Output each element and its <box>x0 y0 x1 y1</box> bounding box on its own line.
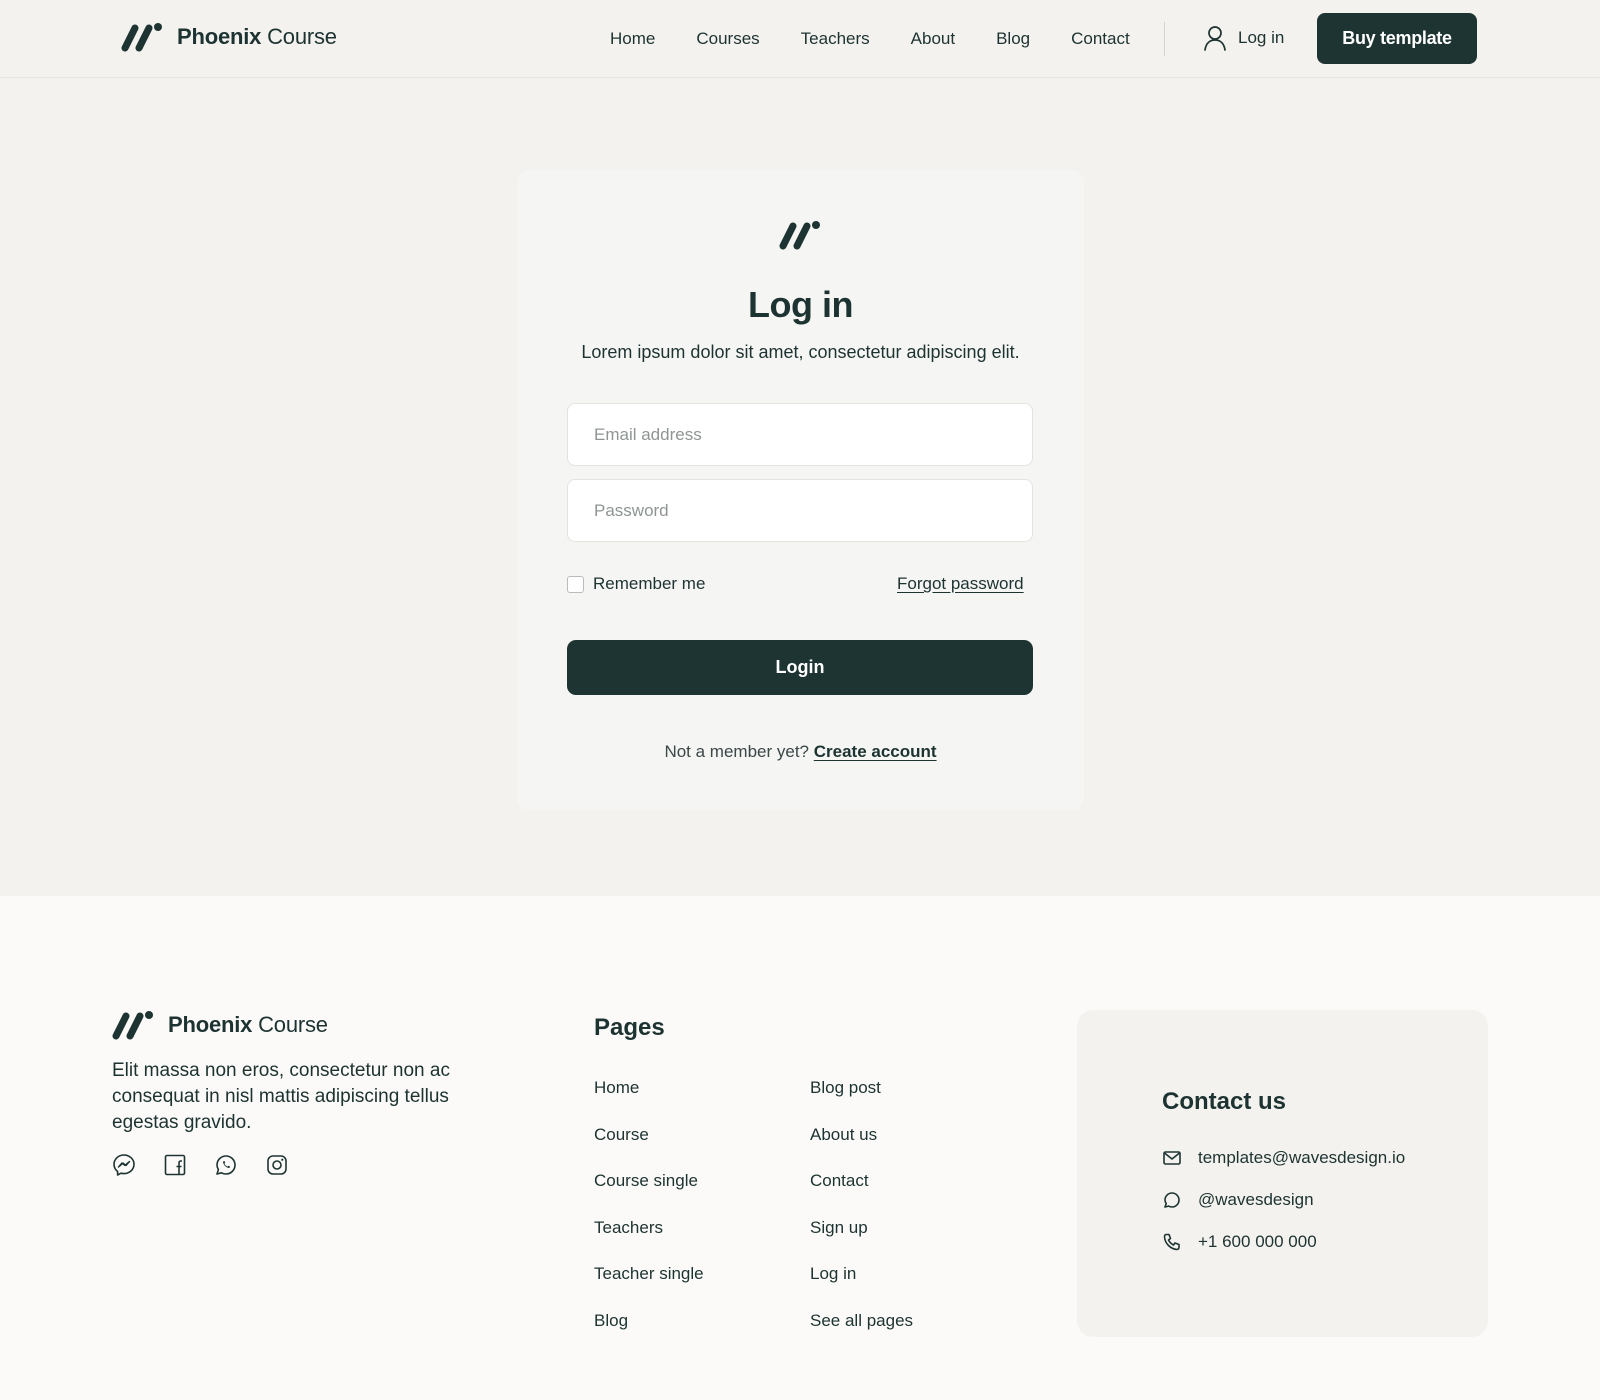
footer-link-course[interactable]: Course <box>594 1125 704 1172</box>
logo-mark-icon <box>121 23 162 52</box>
nav-item-home[interactable]: Home <box>610 27 655 51</box>
contact-email-text: templates@wavesdesign.io <box>1198 1148 1406 1167</box>
footer-link-contact[interactable]: Contact <box>810 1171 913 1218</box>
nav-item-contact[interactable]: Contact <box>1071 27 1130 51</box>
mail-icon <box>1163 1151 1181 1165</box>
pages-title: Pages <box>594 1014 665 1041</box>
header-login-label: Log in <box>1238 28 1285 47</box>
facebook-icon[interactable] <box>163 1153 187 1177</box>
contact-social-text: @wavesdesign <box>1198 1190 1314 1209</box>
signup-prompt: Not a member yet? Create account <box>517 742 1084 762</box>
whatsapp-icon[interactable] <box>214 1153 238 1177</box>
footer-link-see-all-pages[interactable]: See all pages <box>810 1311 913 1358</box>
footer-link-sign-up[interactable]: Sign up <box>810 1218 913 1265</box>
footer-description: Elit massa non eros, consectetur non ac … <box>112 1060 450 1133</box>
footer-brand-logo[interactable]: Phoenix Course <box>112 1010 328 1040</box>
contact-title: Contact us <box>1162 1088 1287 1115</box>
contact-box: Contact us templates@wavesdesign.io @wav… <box>1077 1010 1488 1337</box>
create-account-link[interactable]: Create account <box>814 742 937 761</box>
remember-me-checkbox[interactable] <box>567 575 584 593</box>
login-card: Log in Lorem ipsum dolor sit amet, conse… <box>517 170 1084 810</box>
footer-link-home[interactable]: Home <box>594 1078 704 1125</box>
signup-prompt-text: Not a member yet? <box>664 742 809 761</box>
pages-column-1: Home Course Course single Teachers Teach… <box>594 1078 704 1358</box>
login-title: Log in <box>748 284 853 325</box>
remember-me-label: Remember me <box>593 574 706 593</box>
footer-link-course-single[interactable]: Course single <box>594 1171 704 1218</box>
footer-link-log-in[interactable]: Log in <box>810 1264 913 1311</box>
social-links <box>112 1153 316 1177</box>
footer-link-teachers[interactable]: Teachers <box>594 1218 704 1265</box>
forgot-password-link[interactable]: Forgot password <box>897 574 1024 594</box>
footer-link-about-us[interactable]: About us <box>810 1125 913 1172</box>
phone-icon <box>1163 1233 1180 1251</box>
header-login-link[interactable]: Log in <box>1204 25 1284 51</box>
footer-brand-name: Phoenix Course <box>168 1012 328 1037</box>
nav-item-about[interactable]: About <box>911 27 955 51</box>
buy-template-button[interactable]: Buy template <box>1317 13 1477 64</box>
pages-column-2: Blog post About us Contact Sign up Log i… <box>810 1078 913 1358</box>
brand-logo[interactable]: Phoenix Course <box>121 22 337 52</box>
contact-email[interactable]: templates@wavesdesign.io <box>1162 1148 1405 1168</box>
chat-bubble-icon <box>1164 1192 1180 1208</box>
remember-me[interactable]: Remember me <box>567 574 705 594</box>
logo-mark-icon <box>779 221 820 250</box>
contact-phone[interactable]: +1 600 000 000 <box>1162 1232 1317 1252</box>
password-field[interactable] <box>567 479 1033 542</box>
contact-social[interactable]: @wavesdesign <box>1162 1190 1314 1210</box>
user-icon <box>1204 26 1226 51</box>
site-header: Phoenix Course Home Courses Teachers Abo… <box>0 0 1600 78</box>
messenger-icon[interactable] <box>112 1153 136 1177</box>
nav-item-teachers[interactable]: Teachers <box>801 27 870 51</box>
site-footer: Phoenix Course Elit massa non eros, cons… <box>0 896 1600 1400</box>
logo-mark-icon <box>112 1011 153 1040</box>
nav-item-blog[interactable]: Blog <box>996 27 1030 51</box>
login-subtitle: Lorem ipsum dolor sit amet, consectetur … <box>581 342 1020 362</box>
login-submit-button[interactable]: Login <box>567 640 1033 695</box>
email-field[interactable] <box>567 403 1033 466</box>
main-section: Log in Lorem ipsum dolor sit amet, conse… <box>0 78 1600 896</box>
footer-link-blog-post[interactable]: Blog post <box>810 1078 913 1125</box>
contact-phone-text: +1 600 000 000 <box>1198 1232 1317 1251</box>
nav-divider <box>1164 22 1165 56</box>
footer-link-teacher-single[interactable]: Teacher single <box>594 1264 704 1311</box>
brand-name: Phoenix Course <box>177 24 337 49</box>
nav-item-courses[interactable]: Courses <box>696 27 759 51</box>
main-nav: Home Courses Teachers About Blog Contact <box>610 27 1171 51</box>
footer-link-blog[interactable]: Blog <box>594 1311 704 1358</box>
instagram-icon[interactable] <box>265 1153 289 1177</box>
